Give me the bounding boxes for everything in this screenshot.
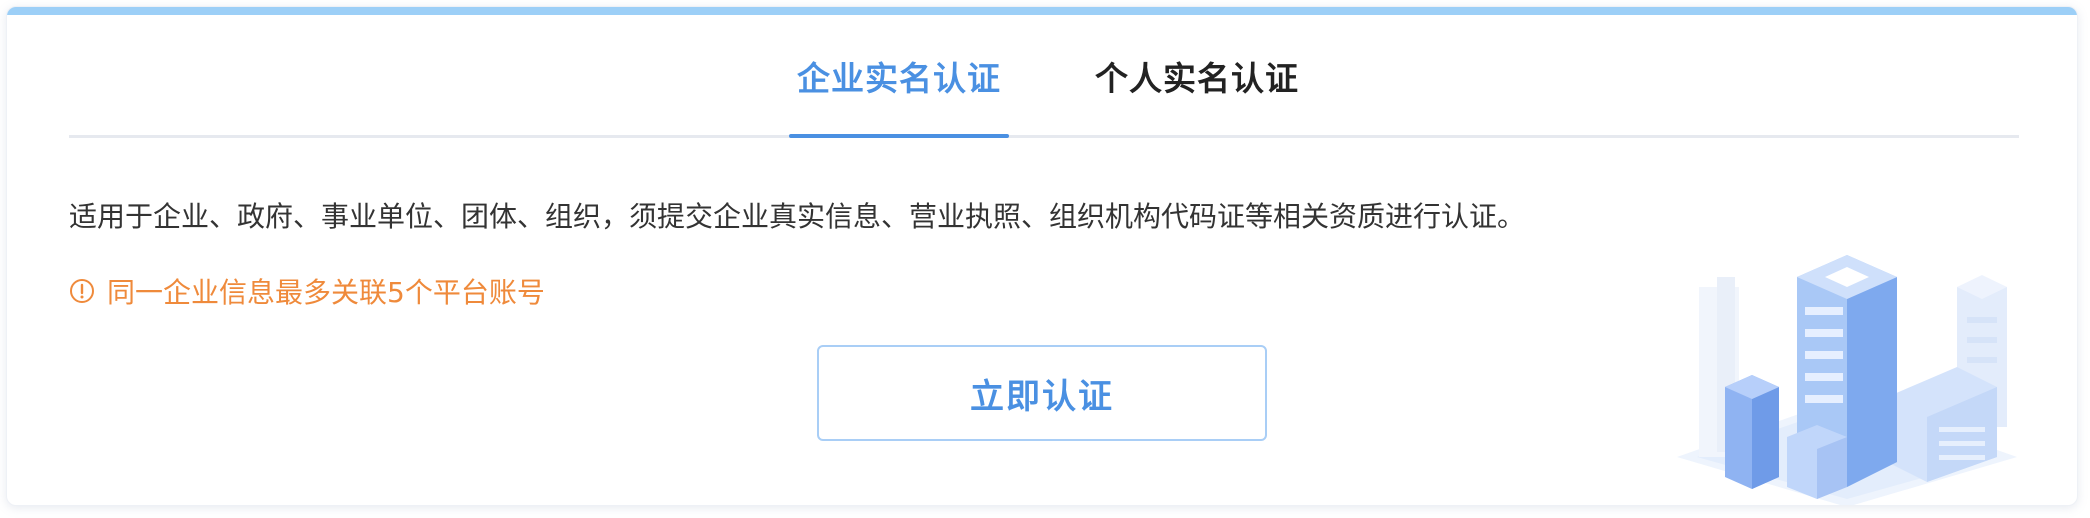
certification-card: 企业实名认证 个人实名认证 适用于企业、政府、事业单位、团体、组织，须提交企业真… [6,6,2078,506]
notice-text: 同一企业信息最多关联5个平台账号 [107,276,545,309]
card-top-accent-bar [7,7,2077,15]
tab-enterprise-certification[interactable]: 企业实名认证 [789,55,1009,103]
certification-tabs: 企业实名认证 个人实名认证 [69,15,2019,138]
building-illustration [1657,247,2037,505]
active-tab-underline [789,134,1009,138]
tab-personal-label: 个人实名认证 [1095,59,1299,98]
tab-personal-certification[interactable]: 个人实名认证 [1087,55,1307,103]
verify-now-button[interactable]: 立即认证 [817,345,1267,441]
tab-enterprise-label: 企业实名认证 [797,59,1001,98]
account-limit-notice: 同一企业信息最多关联5个平台账号 [69,271,545,311]
verify-now-label: 立即认证 [970,376,1114,417]
certification-description: 适用于企业、政府、事业单位、团体、组织，须提交企业真实信息、营业执照、组织机构代… [69,200,1526,233]
exclamation-circle-icon [69,278,95,304]
